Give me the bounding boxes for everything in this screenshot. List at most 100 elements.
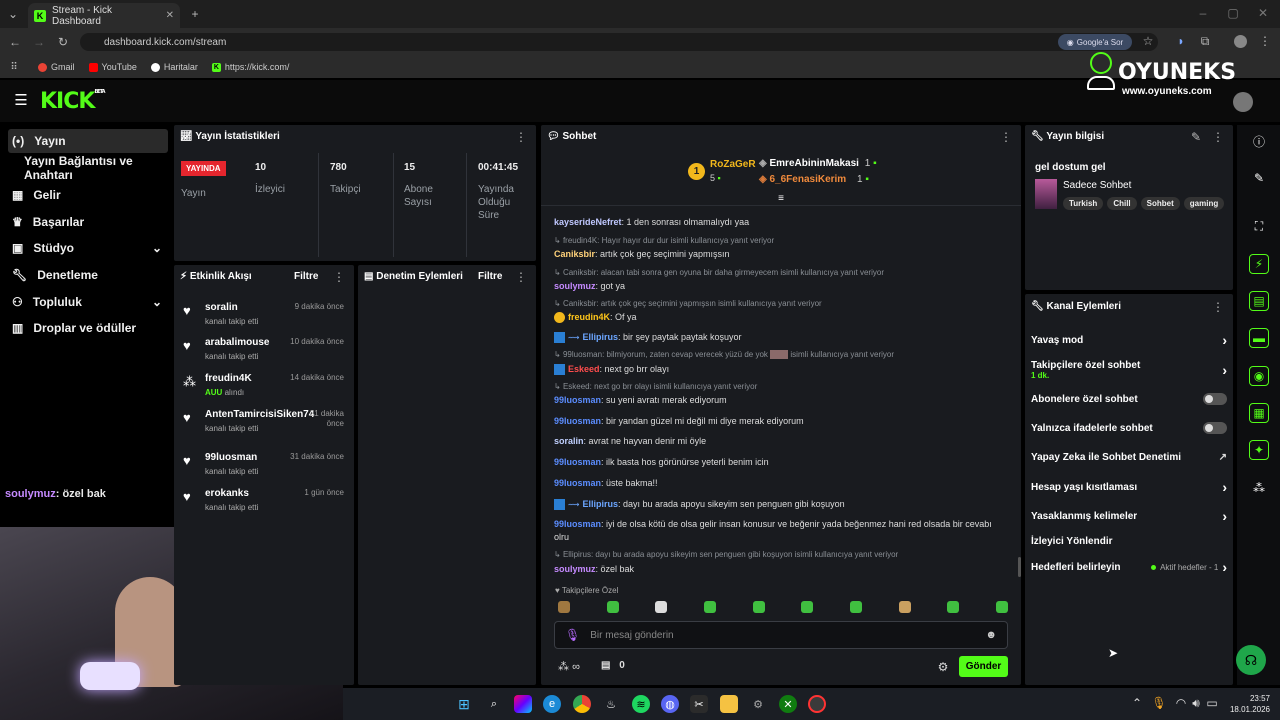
stats-menu-icon[interactable]: ⋮ [514,130,528,144]
emote-icon[interactable] [801,601,814,613]
battery-icon[interactable]: ▭ [1205,696,1219,710]
sidebar-item-stream[interactable]: (•) Yayın [8,129,168,153]
close-window-icon[interactable]: ✕ [1256,6,1270,20]
fullscreen-icon[interactable]: ⛶ [1247,214,1271,238]
minimize-icon[interactable]: – [1196,6,1210,20]
leader-2[interactable]: ◈ EmreAbininMakasi 1 ▪ [759,158,877,169]
store-display[interactable]: ▤ 0 [601,660,625,671]
microphone-icon[interactable]: 🎙︎ [565,628,580,642]
back-icon[interactable]: ← [8,35,22,49]
snipping-tool-icon[interactable]: ✂ [690,695,708,713]
chat-icon[interactable]: ▬ [1249,328,1269,348]
steam-icon[interactable]: ♨ [602,695,620,713]
chat-username[interactable]: 99luosman [554,519,601,529]
channel-action-item[interactable]: Yapay Zeka ile Sohbet Denetimi ↗ [1031,447,1227,467]
activity-event[interactable]: ♥ arabalimouse kanalı takip etti 10 dakika … [182,336,348,368]
copilot-icon[interactable] [514,695,532,713]
emote-icon[interactable] [947,601,960,613]
channel-action-item[interactable]: Yasaklanmış kelimeler › [1031,506,1227,526]
audio-icon[interactable]: ◗ [1174,34,1188,48]
chat-username[interactable]: Ellipirus [582,499,618,509]
apps-grid-icon[interactable]: ⠿ [8,61,20,73]
community-icon[interactable]: ⁂ [1247,476,1271,500]
activity-event[interactable]: ♥ soralin kanalı takip etti 9 dakika önce [182,301,348,333]
toggle-switch[interactable] [1203,393,1227,405]
menu-kebab-icon[interactable]: ⋮ [1258,34,1272,48]
channel-action-item[interactable]: Hedefleri belirleyin Aktif hedefler - 1 › [1031,557,1227,577]
chat-settings-icon[interactable]: ⚙ [936,660,950,674]
channel-action-item[interactable]: Yalnızca ifadelerle sohbet [1031,418,1227,438]
channel-action-item[interactable]: İzleyici Yönlendir [1031,531,1227,551]
mod-log-icon[interactable]: ▤ [1249,291,1269,311]
hamburger-menu-icon[interactable]: ☰ [13,92,29,109]
toggle-switch[interactable] [1203,422,1227,434]
chat-username[interactable]: 99luosman [554,457,601,467]
clips-icon[interactable]: ▦ [1249,403,1269,423]
pinned-filter-icon[interactable]: ≡ [774,192,788,204]
emote-icon[interactable] [995,601,1008,613]
bookmark-star-icon[interactable]: ☆ [1141,34,1155,48]
activity-event[interactable]: ♥ erokanks kanalı takip etti 1 gün önce [182,487,348,519]
settings-gear-icon[interactable]: ⚙ [749,695,767,713]
chat-username[interactable]: 99luosman [554,416,601,426]
url-input[interactable]: dashboard.kick.com/stream [80,33,1158,51]
chat-username[interactable]: freudin4K [568,312,610,322]
xbox-icon[interactable]: ✕ [779,695,797,713]
user-avatar[interactable] [1233,92,1253,112]
support-headset-icon[interactable]: ☊ [1236,645,1266,675]
tab-list-icon[interactable]: ⌄ [6,7,20,21]
sidebar-item-studio[interactable]: ▣ Stüdyo ⌄ [8,236,168,260]
bookmark-kick[interactable]: Khttps://kick.com/ [211,62,289,72]
chrome-icon[interactable] [573,695,591,713]
extensions-icon[interactable]: ⧉ [1198,34,1212,48]
activity-event[interactable]: ♥ 99luosman kanalı takip etti 31 dakika önc… [182,451,348,483]
taskbar-clock[interactable]: 23:57 18.01.2026 [1226,693,1270,715]
moderation-filter-button[interactable]: Filtre [478,271,502,282]
chat-username[interactable]: soulymuz [554,281,596,291]
search-icon[interactable]: ⌕ [485,695,503,713]
emote-icon[interactable] [655,601,668,613]
activity-menu-icon[interactable]: ⋮ [332,270,346,284]
stream-info-menu-icon[interactable]: ⋮ [1211,130,1225,144]
points-display[interactable]: ⁂ ∞ [558,660,580,673]
emote-icon[interactable] [849,601,862,613]
kick-logo[interactable]: KICKBETA [40,89,106,114]
leader-3[interactable]: ◈ 6_6FenasiKerim 1 ▪ [759,174,869,185]
send-button[interactable]: Gönder [959,656,1008,677]
leader-name[interactable]: RoZaGeR [710,159,756,170]
chat-username[interactable]: 99luosman [554,395,601,405]
emote-icon[interactable] [558,601,570,613]
spotify-icon[interactable]: ≋ [632,695,650,713]
edit-icon[interactable]: ✎ [1247,166,1271,190]
sidebar-item-moderation[interactable]: 🔧︎ Denetleme [8,263,168,287]
channel-action-item[interactable]: Abonelere özel sohbet [1031,389,1227,409]
chat-username[interactable]: 99luosman [554,478,601,488]
discord-icon[interactable]: ◍ [661,695,679,713]
close-tab-icon[interactable]: ✕ [166,10,174,21]
quick-actions-icon[interactable]: ⚡︎ [1249,254,1269,274]
sidebar-item-drops[interactable]: ▥ Droplar ve ödüller [8,316,168,340]
emote-icon[interactable] [703,601,716,613]
channel-action-item[interactable]: Hesap yaşı kısıtlaması › [1031,477,1227,497]
sidebar-item-community[interactable]: ⚇ Topluluk ⌄ [8,290,168,314]
chat-username[interactable]: Eskeed [568,364,600,374]
info-icon[interactable]: ⓘ [1247,129,1271,153]
activity-event[interactable]: ♥ AntenTamircisiSiken74 kanalı takip etti 2… [182,408,348,440]
bookmark-gmail[interactable]: Gmail [38,62,75,72]
wifi-icon[interactable]: ◠ [1174,696,1188,710]
activity-event[interactable]: ⁂ freudin4K AUU alındı 14 dakika önce [182,372,348,404]
channel-actions-menu-icon[interactable]: ⋮ [1211,300,1225,314]
chat-input[interactable]: 🎙︎ Bir mesaj gönderin ☻ [554,621,1008,649]
browser-tab[interactable]: K Stream - Kick Dashboard ✕ [28,3,180,28]
mic-tray-icon[interactable]: 🎙︎ [1151,696,1166,710]
broadcast-icon[interactable]: ◉ [1249,366,1269,386]
file-explorer-icon[interactable] [720,695,738,713]
category-name[interactable]: Sadece Sohbet [1063,180,1131,191]
maximize-icon[interactable]: ▢ [1226,6,1240,20]
chat-username[interactable]: kayserideNefret [554,217,622,227]
new-tab-icon[interactable]: + [188,7,202,21]
obs-icon[interactable] [808,695,826,713]
reload-icon[interactable]: ↻ [56,35,70,49]
channel-action-item[interactable]: Yavaş mod › [1031,330,1227,350]
chat-scrollbar[interactable] [1018,557,1021,577]
